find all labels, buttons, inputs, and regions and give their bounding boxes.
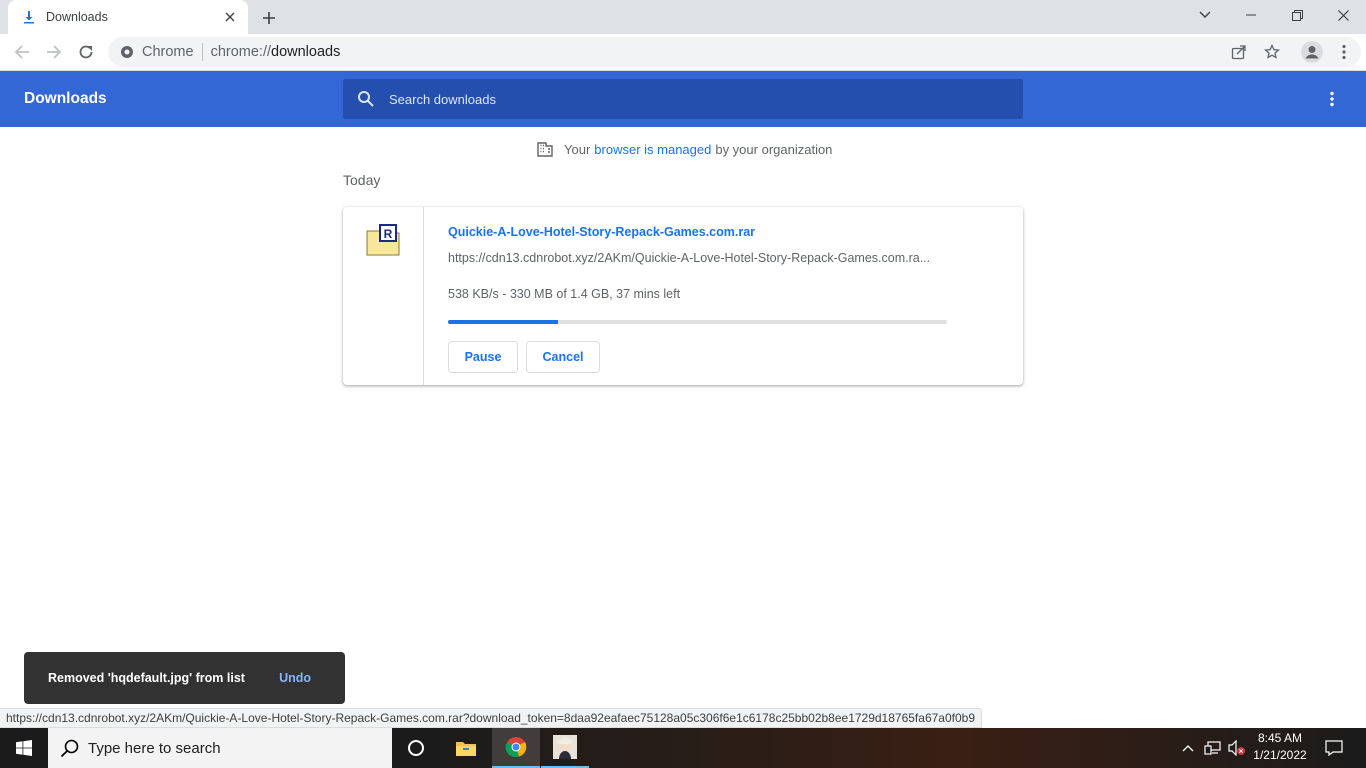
url-scheme: chrome:// — [210, 44, 272, 60]
chrome-menu-icon[interactable] — [1330, 38, 1358, 66]
notifications-icon[interactable] — [1320, 728, 1348, 768]
file-name-link[interactable]: Quickie-A-Love-Hotel-Story-Repack-Games.… — [448, 225, 755, 239]
link-status-bubble: https://cdn13.cdnrobot.xyz/2AKm/Quickie-… — [0, 708, 982, 728]
system-clock[interactable]: 8:45 AM 1/21/2022 — [1252, 730, 1308, 764]
browser-toolbar: Chrome chrome://downloads — [0, 34, 1366, 71]
search-downloads-box[interactable] — [343, 79, 1023, 119]
show-hidden-icons-chevron[interactable] — [1178, 728, 1198, 768]
taskbar-search-icon — [60, 739, 79, 758]
omnibox-separator — [201, 43, 203, 61]
bookmark-star-icon[interactable] — [1258, 38, 1286, 66]
omnibox-chip: Chrome — [142, 44, 194, 60]
back-icon[interactable] — [8, 38, 36, 66]
download-item-card: R Quickie-A-Love-Hotel-Story-Repack-Game… — [343, 207, 1023, 385]
page-title: Downloads — [24, 90, 107, 107]
chrome-taskbar-icon[interactable] — [492, 728, 540, 768]
profile-avatar-icon[interactable] — [1298, 38, 1326, 66]
new-tab-icon[interactable] — [258, 7, 280, 29]
url-host: downloads — [271, 44, 341, 60]
share-icon[interactable] — [1225, 38, 1253, 66]
omnibox[interactable]: Chrome chrome://downloads — [108, 37, 1361, 67]
download-icon — [24, 11, 34, 24]
browser-managed-link[interactable]: browser is managed — [594, 142, 711, 157]
building-icon — [537, 142, 553, 157]
file-source-url[interactable]: https://cdn13.cdnrobot.xyz/2AKm/Quickie-… — [448, 251, 948, 265]
date-section-title: Today — [343, 172, 381, 188]
close-tab-icon[interactable] — [222, 9, 238, 25]
clock-date: 1/21/2022 — [1253, 748, 1307, 762]
start-windows-icon[interactable] — [0, 728, 48, 768]
reload-icon[interactable] — [72, 38, 100, 66]
managed-notice: Your browser is managed by your organiza… — [536, 140, 832, 158]
removed-toast: Removed 'hqdefault.jpg' from list Undo — [24, 652, 345, 704]
search-downloads-input[interactable] — [389, 91, 989, 107]
minimize-icon[interactable] — [1228, 0, 1274, 30]
tab-title: Downloads — [46, 10, 108, 24]
managed-prefix: Your — [564, 141, 591, 157]
taskbar-search-box[interactable]: Type here to search — [48, 728, 392, 768]
download-progress-bar — [448, 320, 947, 324]
windows-taskbar: Type here to search 8:45 AM 1/21/2022 — [0, 728, 1366, 768]
restore-icon[interactable] — [1274, 0, 1320, 30]
chrome-icon — [121, 46, 133, 58]
clock-time: 8:45 AM — [1257, 731, 1303, 745]
download-status: 538 KB/s - 330 MB of 1.4 GB, 37 mins lef… — [448, 287, 681, 301]
cancel-button[interactable]: Cancel — [526, 341, 600, 373]
chrome-window: Downloads Chrome chrome:// downloads Dow… — [0, 0, 1366, 768]
more-actions-icon[interactable] — [1320, 87, 1344, 111]
toast-message: Removed 'hqdefault.jpg' from list — [48, 671, 245, 685]
archive-icon-letter: R — [384, 227, 393, 241]
tab-strip: Downloads — [0, 0, 1366, 34]
file-icon-column: R — [343, 207, 424, 385]
undo-button[interactable]: Undo — [279, 671, 311, 685]
image-viewer-app-icon[interactable] — [541, 728, 589, 768]
download-progress-fill — [448, 320, 558, 324]
taskbar-search-placeholder: Type here to search — [88, 739, 221, 757]
tab-search-chevron-icon[interactable] — [1182, 0, 1228, 30]
cortana-icon[interactable] — [392, 728, 440, 768]
forward-icon[interactable] — [40, 38, 68, 66]
managed-suffix: by your organization — [715, 141, 833, 157]
tab-downloads[interactable]: Downloads — [8, 0, 248, 34]
network-icon[interactable] — [1202, 728, 1224, 768]
close-window-icon[interactable] — [1320, 0, 1366, 30]
volume-muted-icon[interactable] — [1226, 728, 1248, 768]
rar-archive-icon: R — [366, 224, 400, 256]
pause-button[interactable]: Pause — [448, 341, 518, 373]
downloads-header: Downloads — [0, 71, 1366, 127]
search-icon — [358, 91, 374, 107]
file-explorer-icon[interactable] — [442, 728, 490, 768]
